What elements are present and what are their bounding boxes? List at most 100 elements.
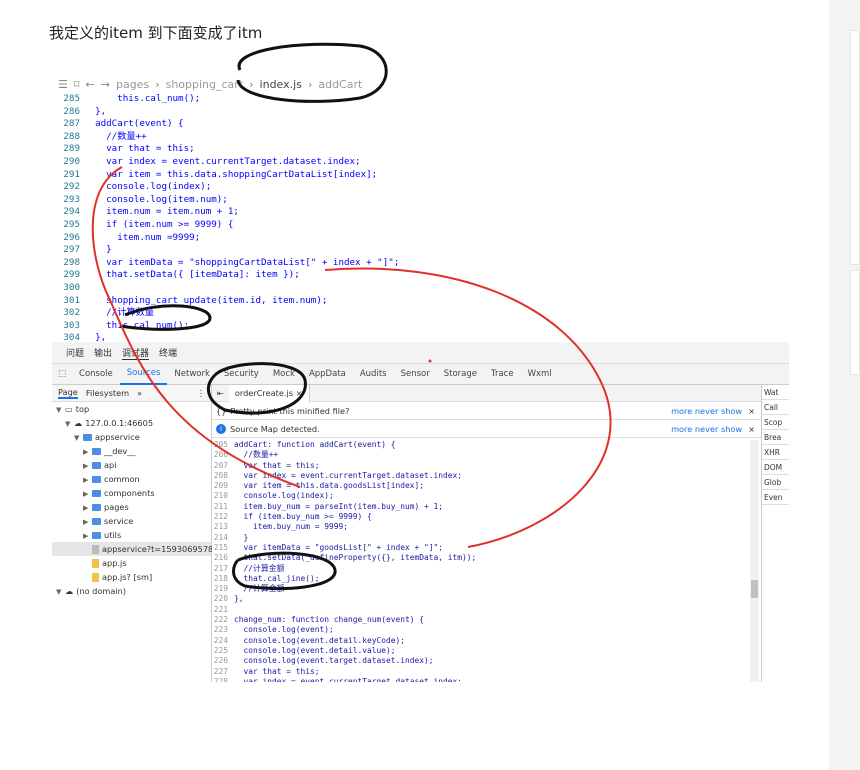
breadcrumb-item[interactable]: shopping_cart (166, 78, 244, 91)
expand-arrow-icon[interactable]: ▶ (83, 445, 92, 459)
source-line: 223 console.log(event); (212, 625, 752, 635)
tree-item[interactable]: ▶ pages (52, 500, 211, 514)
line-number: 220 (213, 594, 228, 604)
sidebar-section[interactable]: Brea (762, 430, 789, 445)
line-number: 299 (63, 269, 80, 281)
source-line: 216 that.setData(_defineProperty({}, ite… (212, 553, 752, 563)
line-number: 208 (213, 470, 228, 480)
folder-icon (92, 462, 101, 469)
tab-appdata[interactable]: AppData (302, 369, 353, 379)
folder-icon (92, 476, 101, 483)
breadcrumb-item[interactable]: index.js (260, 78, 302, 91)
editor-code-lines: 285 this.cal_num(); 286 }, 287 addCart(eve… (52, 93, 789, 345)
file-tab-bar: ⇤ orderCreate.js × (212, 384, 761, 402)
tree-item[interactable]: ▶ service (52, 514, 211, 528)
tab-terminal[interactable]: 终端 (159, 346, 177, 359)
tab-wxml[interactable]: Wxml (521, 369, 559, 379)
toggle-navigator-icon[interactable]: ⇤ (212, 388, 229, 398)
tab-network[interactable]: Network (167, 369, 217, 379)
tree-item[interactable]: ▶ __dev__ (52, 444, 211, 458)
expand-arrow-icon[interactable]: ▶ (83, 473, 92, 487)
line-number: 207 (213, 460, 228, 470)
tab-security[interactable]: Security (217, 369, 266, 379)
tab-audits[interactable]: Audits (353, 369, 394, 379)
expand-arrow-icon[interactable]: ▼ (56, 585, 65, 599)
sidebar-section[interactable]: XHR (762, 445, 789, 460)
question-text: 我定义的item 到下面变成了itm (49, 24, 263, 42)
tree-item[interactable]: ▼ ☁ (no domain) (52, 584, 211, 598)
kebab-menu-icon[interactable]: ⋮ (197, 388, 211, 398)
code-text: this.cal_num(); (84, 319, 190, 331)
expand-arrow-icon[interactable]: ▼ (74, 431, 83, 445)
tree-item[interactable]: ▶ common (52, 472, 211, 486)
sidebar-section[interactable]: DOM (762, 460, 789, 475)
tree-item[interactable]: ▶ utils (52, 528, 211, 542)
line-number: 293 (63, 193, 80, 205)
tab-page[interactable]: Page (58, 387, 78, 399)
bookmark-icon[interactable]: ⌑ (74, 78, 80, 91)
code-text: console.log(index); (234, 491, 334, 501)
code-text: var that = this; (234, 666, 320, 676)
close-icon[interactable]: × (296, 388, 303, 398)
tree-item[interactable]: app.js (52, 556, 211, 570)
tab-storage[interactable]: Storage (437, 369, 484, 379)
code-text: var index = event.currentTarget.dataset.… (84, 155, 361, 167)
tree-item[interactable]: appservice?t=15930695782 (52, 542, 218, 556)
expand-arrow-icon[interactable]: ▼ (65, 417, 74, 431)
tab-mock[interactable]: Mock (266, 369, 302, 379)
back-arrow-icon[interactable]: ← (86, 78, 95, 91)
tree-item-label: pages (104, 502, 129, 512)
source-line: 220}, (212, 594, 752, 604)
tree-item[interactable]: ▶ api (52, 458, 211, 472)
tab-output[interactable]: 输出 (94, 346, 112, 359)
expand-arrow-icon[interactable]: ▶ (83, 459, 92, 473)
breadcrumb-item[interactable]: pages (116, 78, 149, 91)
line-number: 288 (63, 130, 80, 142)
tab-filesystem[interactable]: Filesystem (86, 388, 129, 398)
tab-sources[interactable]: Sources (119, 364, 168, 385)
tab-debugger[interactable]: 调试器 (122, 346, 150, 360)
source-line: 217 //计算金额 (212, 564, 752, 574)
source-map-links[interactable]: more never show (671, 424, 748, 434)
vertical-scrollbar[interactable] (750, 440, 759, 682)
tree-item[interactable]: ▶ components (52, 486, 211, 500)
line-number: 292 (63, 181, 80, 193)
tree-item[interactable]: ▼ ☁ 127.0.0.1:46605 (52, 416, 211, 430)
file-icon (92, 573, 99, 582)
sidebar-section[interactable]: Call (762, 400, 789, 415)
sidebar-section[interactable]: Scop (762, 415, 789, 430)
tab-trace[interactable]: Trace (484, 369, 521, 379)
tree-item[interactable]: ▼ ▭ top (52, 402, 211, 416)
code-text: //数量++ (234, 450, 279, 460)
more-tabs-icon[interactable]: » (137, 388, 142, 398)
close-icon[interactable]: × (748, 424, 761, 434)
expand-arrow-icon[interactable]: ▼ (56, 403, 65, 417)
code-line: 286 }, (52, 106, 789, 119)
tree-item[interactable]: ▼ appservice (52, 430, 211, 444)
source-line: 215 var itemData = "goodsList[" + index … (212, 543, 752, 553)
expand-arrow-icon[interactable]: ▶ (83, 529, 92, 543)
tab-sensor[interactable]: Sensor (394, 369, 437, 379)
expand-arrow-icon[interactable]: ▶ (83, 487, 92, 501)
sidebar-section[interactable]: Glob (762, 475, 789, 490)
menu-icon[interactable]: ☰ (58, 78, 68, 91)
file-tree: ▼ ▭ top ▼ ☁ 127.0.0.1:46605 ▼ appservice ▶ __dev_… (52, 402, 218, 598)
expand-arrow-icon[interactable]: ▶ (83, 501, 92, 515)
pretty-print-links[interactable]: more never show (671, 406, 748, 416)
tab-console[interactable]: Console (72, 369, 120, 379)
close-icon[interactable]: × (748, 406, 761, 416)
tab-issues[interactable]: 问题 (66, 346, 84, 359)
forward-arrow-icon[interactable]: → (101, 78, 110, 91)
file-tab-ordercreate[interactable]: orderCreate.js × (228, 384, 310, 402)
source-line: 219 //计算金额 (212, 584, 752, 594)
inspect-icon[interactable]: ⬚ (52, 369, 72, 379)
tree-item[interactable]: app.js? [sm] (52, 570, 211, 584)
code-text: console.log(index); (84, 181, 212, 193)
scrollbar-thumb[interactable] (751, 580, 758, 598)
breadcrumb-item[interactable]: addCart (318, 78, 362, 91)
code-text: item.buy_num = parseInt(item.buy_num) + … (234, 501, 444, 511)
sidebar-section[interactable]: Wat (762, 385, 789, 400)
sidebar-section[interactable]: Even (762, 490, 789, 505)
devtools-panel: 问题 输出 调试器 终端 ⬚ Console Sources Network Secu… (52, 342, 789, 682)
expand-arrow-icon[interactable]: ▶ (83, 515, 92, 529)
